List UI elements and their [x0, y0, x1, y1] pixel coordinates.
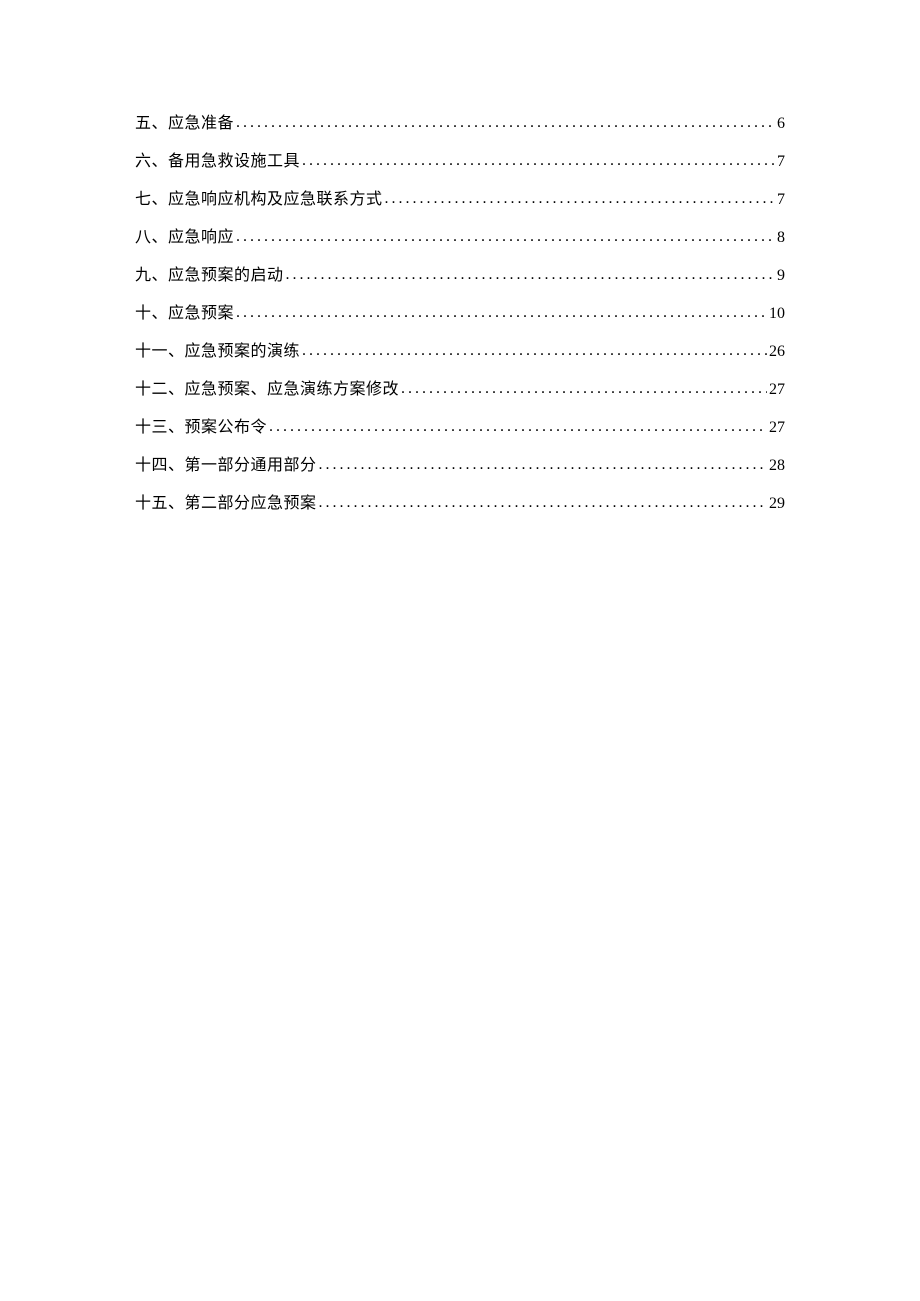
- toc-entry-page: 29: [769, 496, 785, 512]
- toc-entry: 十五、第二部分应急预案 29: [135, 496, 785, 512]
- toc-entry-page: 10: [769, 306, 785, 322]
- toc-dot-leader: [401, 381, 767, 397]
- toc-entry-title: 九、应急预案的启动: [135, 268, 284, 284]
- toc-entry-title: 十四、第一部分通用部分: [135, 458, 317, 474]
- table-of-contents: 五、应急准备 6 六、备用急救设施工具 7 七、应急响应机构及应急联系方式 7 …: [135, 116, 785, 512]
- toc-entry-page: 27: [769, 420, 785, 436]
- toc-dot-leader: [319, 495, 767, 511]
- toc-entry-title: 十、应急预案: [135, 306, 234, 322]
- toc-entry-page: 28: [769, 458, 785, 474]
- toc-entry-title: 六、备用急救设施工具: [135, 154, 300, 170]
- toc-entry: 八、应急响应 8: [135, 230, 785, 246]
- toc-entry: 九、应急预案的启动 9: [135, 268, 785, 284]
- toc-dot-leader: [236, 305, 767, 321]
- toc-entry-page: 8: [777, 230, 785, 246]
- toc-entry-title: 十五、第二部分应急预案: [135, 496, 317, 512]
- toc-entry: 七、应急响应机构及应急联系方式 7: [135, 192, 785, 208]
- toc-dot-leader: [302, 343, 767, 359]
- toc-entry-title: 十一、应急预案的演练: [135, 344, 300, 360]
- toc-entry: 十、应急预案 10: [135, 306, 785, 322]
- toc-entry: 十四、第一部分通用部分 28: [135, 458, 785, 474]
- toc-entry: 十二、应急预案、应急演练方案修改 27: [135, 382, 785, 398]
- toc-entry-page: 7: [777, 154, 785, 170]
- toc-dot-leader: [302, 153, 775, 169]
- toc-entry: 十三、预案公布令 27: [135, 420, 785, 436]
- toc-entry: 十一、应急预案的演练 26: [135, 344, 785, 360]
- toc-dot-leader: [286, 267, 775, 283]
- toc-entry: 五、应急准备 6: [135, 116, 785, 132]
- toc-entry-page: 27: [769, 382, 785, 398]
- toc-entry-page: 9: [777, 268, 785, 284]
- toc-entry-title: 十三、预案公布令: [135, 420, 267, 436]
- toc-dot-leader: [319, 457, 767, 473]
- toc-entry-page: 26: [769, 344, 785, 360]
- toc-dot-leader: [236, 115, 775, 131]
- toc-entry: 六、备用急救设施工具 7: [135, 154, 785, 170]
- toc-entry-title: 八、应急响应: [135, 230, 234, 246]
- toc-entry-page: 6: [777, 116, 785, 132]
- toc-dot-leader: [385, 191, 775, 207]
- toc-dot-leader: [236, 229, 775, 245]
- toc-entry-title: 五、应急准备: [135, 116, 234, 132]
- toc-entry-title: 七、应急响应机构及应急联系方式: [135, 192, 383, 208]
- toc-entry-page: 7: [777, 192, 785, 208]
- toc-entry-title: 十二、应急预案、应急演练方案修改: [135, 382, 399, 398]
- toc-dot-leader: [269, 419, 767, 435]
